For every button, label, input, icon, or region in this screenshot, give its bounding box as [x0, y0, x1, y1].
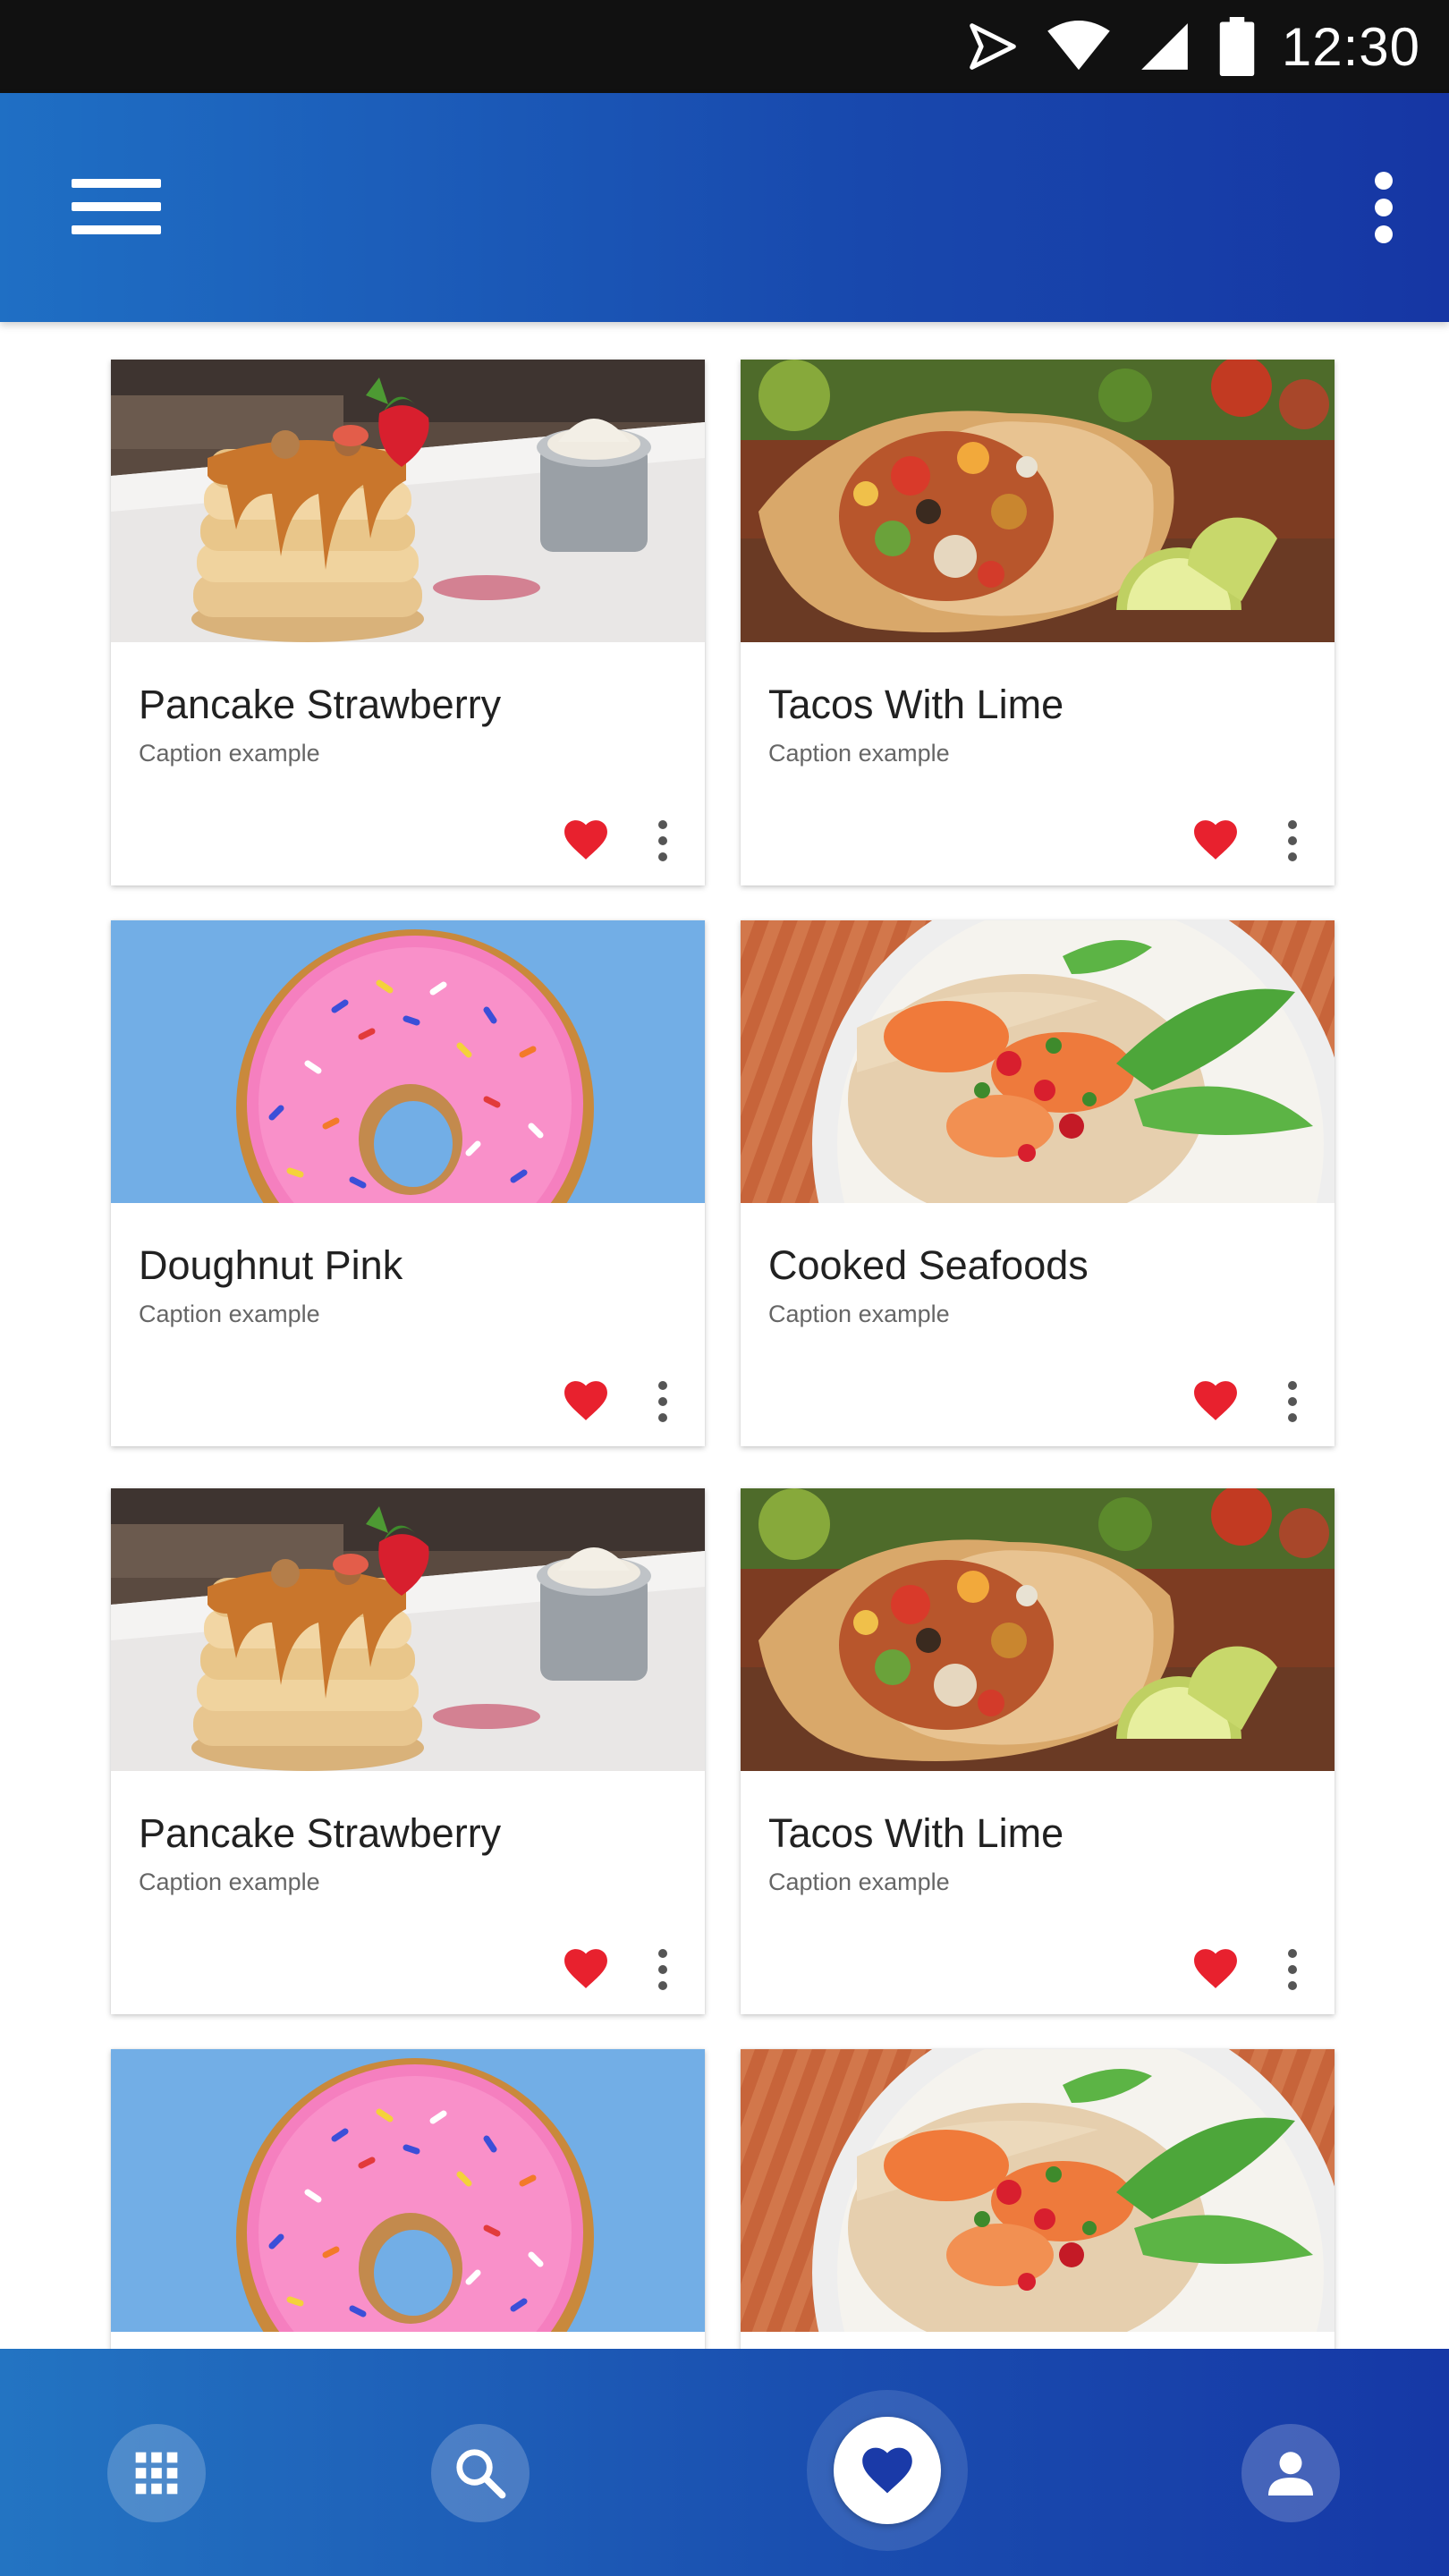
- person-icon: [1268, 2452, 1313, 2496]
- pink-doughnut-photo: [111, 2049, 705, 2332]
- status-icons: 12:30: [965, 0, 1420, 93]
- card-title: Cooked Seafoods: [768, 1242, 1089, 1288]
- card-caption: Caption example: [768, 1868, 950, 1895]
- food-card[interactable]: Tacos With Lime Caption example: [741, 1488, 1335, 2014]
- food-card[interactable]: Doughnut Pink Caption example: [111, 920, 705, 1446]
- hamburger-menu-icon[interactable]: [66, 168, 166, 245]
- card-more-icon[interactable]: [654, 820, 672, 861]
- card-title: Pancake Strawberry: [139, 1810, 502, 1856]
- bottom-navigation: [0, 2349, 1449, 2576]
- pancake-stack-photo: [111, 1488, 705, 1771]
- card-caption: Caption example: [139, 1301, 320, 1327]
- card-title: Tacos With Lime: [768, 682, 1064, 727]
- send-icon: [970, 23, 1016, 70]
- food-card[interactable]: Pancake Strawberry Caption example: [111, 360, 705, 886]
- card-more-icon[interactable]: [1284, 820, 1301, 861]
- heart-icon[interactable]: [1193, 1948, 1238, 1989]
- heart-icon[interactable]: [1193, 1380, 1238, 1421]
- card-more-icon[interactable]: [654, 1381, 672, 1422]
- card-title: Pancake Strawberry: [139, 682, 502, 727]
- burrito-with-lime-photo: [741, 360, 1335, 642]
- pink-doughnut-photo: [111, 920, 705, 1203]
- burrito-with-lime-photo: [741, 1488, 1335, 1771]
- card-caption: Caption example: [768, 740, 950, 767]
- food-card[interactable]: Tacos With Lime Caption example: [741, 360, 1335, 886]
- more-vertical-icon[interactable]: [1370, 172, 1397, 243]
- app-bar: [0, 93, 1449, 322]
- heart-icon[interactable]: [564, 1380, 608, 1421]
- heart-icon[interactable]: [1193, 819, 1238, 860]
- card-title: Doughnut Pink: [139, 1242, 403, 1288]
- heart-icon[interactable]: [564, 819, 608, 860]
- seafood-noodle-bowl-photo: [741, 920, 1335, 1203]
- nav-search-button[interactable]: [431, 2424, 530, 2522]
- card-more-icon[interactable]: [1284, 1949, 1301, 1990]
- food-card[interactable]: Cooked Seafoods Caption example: [741, 920, 1335, 1446]
- signal-icon: [1141, 23, 1188, 70]
- card-more-icon[interactable]: [654, 1949, 672, 1990]
- nav-apps-button[interactable]: [107, 2424, 206, 2522]
- status-bar: 12:30: [0, 0, 1449, 93]
- seafood-noodle-bowl-photo: [741, 2049, 1335, 2332]
- battery-icon: [1219, 17, 1255, 76]
- food-card[interactable]: Pancake Strawberry Caption example: [111, 1488, 705, 2014]
- card-more-icon[interactable]: [1284, 1381, 1301, 1422]
- search-icon: [456, 2449, 506, 2499]
- apps-grid-icon: [135, 2452, 178, 2495]
- heart-icon: [861, 2446, 913, 2495]
- nav-favorites-button[interactable]: [834, 2417, 941, 2524]
- card-caption: Caption example: [139, 1868, 320, 1895]
- card-caption: Caption example: [139, 740, 320, 767]
- card-title: Tacos With Lime: [768, 1810, 1064, 1856]
- heart-icon[interactable]: [564, 1948, 608, 1989]
- wifi-icon: [1047, 21, 1110, 71]
- nav-profile-button[interactable]: [1241, 2424, 1340, 2522]
- card-caption: Caption example: [768, 1301, 950, 1327]
- status-time: 12:30: [1281, 16, 1420, 77]
- pancake-stack-photo: [111, 360, 705, 642]
